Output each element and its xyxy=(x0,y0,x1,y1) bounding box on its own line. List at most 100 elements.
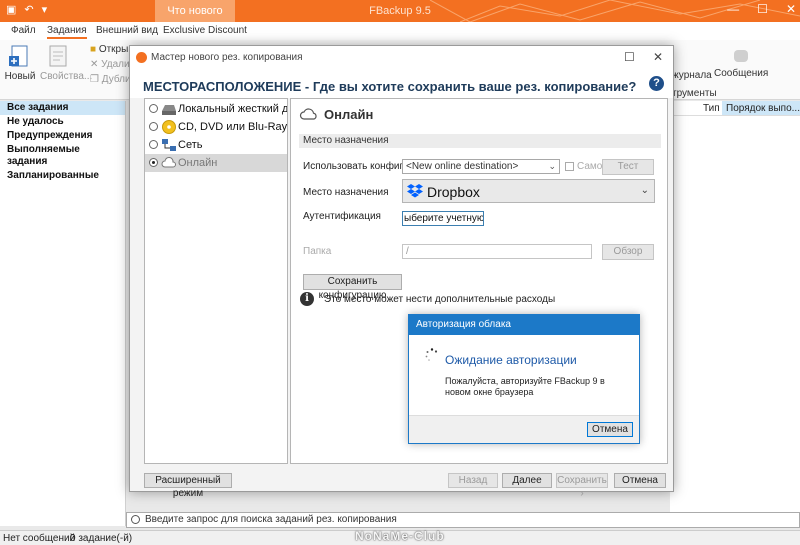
destination-network[interactable]: Сеть xyxy=(145,136,287,154)
dropbox-icon xyxy=(407,184,423,198)
journal-button[interactable]: журнала xyxy=(672,70,712,81)
folder-label: Папка xyxy=(303,246,332,257)
wizard-header: МЕСТОРАСПОЛОЖЕНИЕ - Где вы хотите сохран… xyxy=(130,70,673,98)
destination-select[interactable]: Dropbox ⌄ xyxy=(402,179,655,203)
left-nav: Все задания Не удалось Предупреждения Вы… xyxy=(0,101,126,526)
column-order[interactable]: Порядок выпо... xyxy=(722,101,800,115)
test-button[interactable]: Тест xyxy=(602,159,654,175)
tab-exclusive-discount[interactable]: Exclusive Discount xyxy=(163,25,247,36)
maximize-button[interactable]: ☐ xyxy=(757,2,768,16)
info-icon: i xyxy=(300,292,314,306)
duplicate-button[interactable]: ❐ Дубли xyxy=(90,74,131,85)
close-button[interactable]: ✕ xyxy=(786,2,796,16)
wizard-maximize-button[interactable]: ☐ xyxy=(624,50,635,64)
same-checkbox[interactable] xyxy=(565,162,574,171)
messages-button[interactable]: Сообщения xyxy=(714,48,768,79)
radio-network[interactable] xyxy=(149,140,158,149)
destination-label: Сеть xyxy=(178,139,203,151)
ribbon-group-tools: трументы xyxy=(672,88,717,99)
config-select-value: <New online destination> xyxy=(406,161,519,172)
auth-dialog-title: Авторизация облака xyxy=(409,315,639,335)
nav-item-scheduled[interactable]: Запланированные xyxy=(0,169,125,183)
app-titlebar: ▣ ↶ ▾ Что нового FBackup 9.5 — ☐ ✕ xyxy=(0,0,800,22)
search-placeholder: Введите запрос для поиска заданий рез. к… xyxy=(145,514,397,525)
destination-label: Место назначения xyxy=(303,187,389,198)
auth-cancel-button[interactable]: Отмена xyxy=(587,422,633,437)
nav-item-all-jobs[interactable]: Все задания xyxy=(0,101,125,115)
hard-drive-icon xyxy=(162,105,176,115)
destination-local-disk[interactable]: Локальный жесткий дис xyxy=(145,100,287,118)
properties-button[interactable]: Свойства... xyxy=(40,44,92,82)
cancel-button[interactable]: Отмена xyxy=(614,473,666,488)
chevron-down-icon: ⌄ xyxy=(548,161,556,171)
new-document-icon xyxy=(9,45,28,67)
save-button[interactable]: Сохранить › xyxy=(556,473,608,499)
auth-message: Пожалуйста, авторизуйте FBackup 9 в ново… xyxy=(445,376,605,397)
open-button[interactable]: ■ Откры xyxy=(90,44,128,55)
fbackup-logo-icon xyxy=(136,52,147,63)
nav-item-warnings[interactable]: Предупреждения xyxy=(0,129,125,143)
tab-jobs[interactable]: Задания xyxy=(47,25,87,39)
duplicate-label: Дубли xyxy=(101,74,131,85)
search-icon xyxy=(131,515,140,524)
tab-file[interactable]: Файл xyxy=(11,25,36,36)
cloud-icon xyxy=(161,157,176,168)
open-icon: ■ xyxy=(90,44,97,55)
column-type[interactable]: Тип xyxy=(703,103,720,114)
messages-icon xyxy=(734,50,749,62)
nav-item-running[interactable]: Выполняемые задания xyxy=(0,143,125,169)
watermark: NoNaMe-Club xyxy=(355,529,445,543)
help-icon[interactable]: ? xyxy=(649,76,664,91)
advanced-mode-button[interactable]: Расширенный режим xyxy=(144,473,232,499)
destination-select-value: Dropbox xyxy=(427,184,480,200)
info-text: Это место может нести дополнительные рас… xyxy=(324,294,556,305)
status-jobs: 0 задание(-й) xyxy=(70,533,133,544)
properties-icon xyxy=(49,45,67,67)
radio-disc[interactable] xyxy=(149,122,158,131)
duplicate-icon: ❐ xyxy=(90,74,99,85)
search-input[interactable]: Введите запрос для поиска заданий рез. к… xyxy=(126,512,800,528)
config-select[interactable]: <New online destination> ⌄ xyxy=(402,159,560,174)
auth-label: Аутентификация xyxy=(303,211,381,222)
wizard-heading: МЕСТОРАСПОЛОЖЕНИЕ - Где вы хотите сохран… xyxy=(143,79,637,94)
destination-label: Локальный жесткий дис xyxy=(178,103,287,115)
next-button[interactable]: Далее xyxy=(502,473,552,488)
destination-list: Локальный жесткий дис CD, DVD или Blu-Ra… xyxy=(144,98,288,464)
wizard-titlebar: Мастер нового рез. копирования ☐ ✕ xyxy=(130,46,673,70)
wizard-close-button[interactable]: ✕ xyxy=(653,50,663,64)
cloud-icon xyxy=(299,108,317,120)
panel-title: Онлайн xyxy=(324,107,374,122)
status-messages: Нет сообщений xyxy=(3,533,76,544)
tab-view[interactable]: Внешний вид xyxy=(96,25,158,36)
column-headers: Тип Порядок выпо... xyxy=(670,101,800,116)
radio-local-disk[interactable] xyxy=(149,104,158,113)
radio-online[interactable] xyxy=(149,158,158,167)
window-controls: — ☐ ✕ xyxy=(727,2,796,16)
delete-icon: ✕ xyxy=(90,59,99,70)
destination-online[interactable]: Онлайн xyxy=(145,154,287,172)
messages-label: Сообщения xyxy=(714,68,769,79)
new-button[interactable]: Новый xyxy=(2,44,38,82)
browse-button[interactable]: Обзор xyxy=(602,244,654,260)
new-label: Новый xyxy=(4,71,36,82)
cloud-auth-dialog: Авторизация облака Ожидание авторизации … xyxy=(408,314,640,444)
destination-label: Онлайн xyxy=(178,157,218,169)
wizard-title: Мастер нового рез. копирования xyxy=(151,52,303,63)
destination-disc[interactable]: CD, DVD или Blu-Ray xyxy=(145,118,287,136)
back-button[interactable]: Назад xyxy=(448,473,498,488)
save-label: Сохранить xyxy=(557,475,607,486)
section-destination: Место назначения xyxy=(299,134,661,148)
same-label: Само xyxy=(577,161,603,172)
destination-label: CD, DVD или Blu-Ray xyxy=(178,121,287,133)
delete-button[interactable]: ✕ Удалит xyxy=(90,59,134,70)
chevron-right-icon: › xyxy=(580,488,584,499)
select-account-button[interactable]: ыберите учетную запи xyxy=(402,211,484,226)
save-config-button[interactable]: Сохранить конфигурацию xyxy=(303,274,402,301)
folder-input[interactable]: / xyxy=(402,244,592,259)
nav-item-failed[interactable]: Не удалось xyxy=(0,115,125,129)
auth-waiting-text: Ожидание авторизации xyxy=(445,353,577,367)
disc-icon xyxy=(162,120,176,134)
open-label: Откры xyxy=(98,44,129,55)
job-list: Тип Порядок выпо... xyxy=(670,101,800,526)
minimize-button[interactable]: — xyxy=(727,2,739,16)
